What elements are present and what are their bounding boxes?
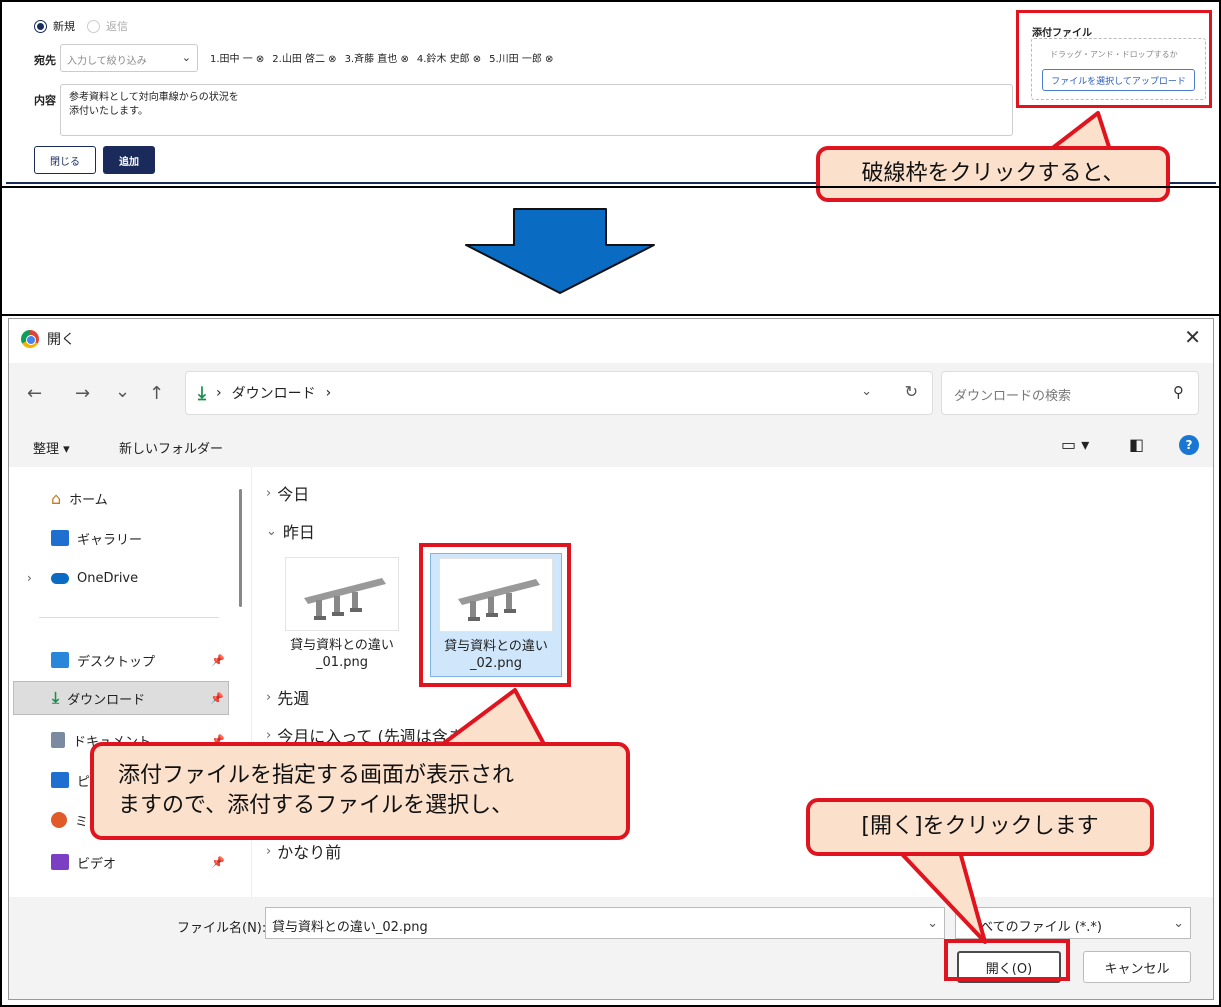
callout-3: [開く]をクリックします: [806, 798, 1154, 856]
callout-2-line: 添付ファイルを指定する画面が表示され: [118, 763, 515, 788]
callout-2-line: ますので、添付するファイルを選択し、: [118, 793, 514, 818]
callout-2: 添付ファイルを指定する画面が表示され ますので、添付するファイルを選択し、: [90, 742, 630, 840]
